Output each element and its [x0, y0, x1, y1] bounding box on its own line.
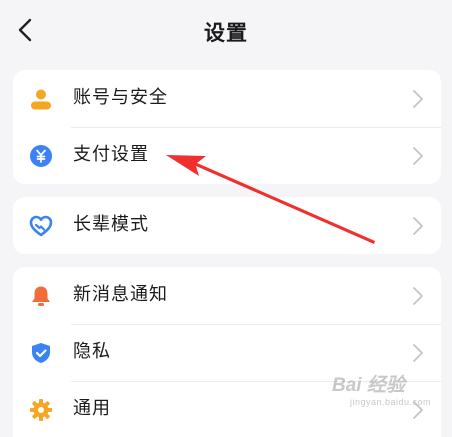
bell-icon — [29, 284, 53, 308]
shield-icon — [29, 341, 53, 365]
settings-item-label: 账号与安全 — [73, 87, 168, 108]
settings-item-label: 长辈模式 — [73, 214, 149, 235]
settings-item-label: 支付设置 — [73, 144, 149, 165]
watermark-url: jingyan.baidu.com — [350, 397, 432, 407]
settings-item-label: 新消息通知 — [73, 284, 168, 305]
chevron-right-icon — [411, 89, 425, 109]
gear-icon — [29, 398, 53, 422]
header-bar: 设置 — [0, 0, 452, 66]
settings-group-elder: 长辈模式 — [13, 197, 441, 254]
settings-group-account: 账号与安全 支付设置 — [13, 70, 441, 184]
settings-item-label: 通用 — [73, 398, 111, 419]
settings-item-notifications[interactable]: 新消息通知 — [13, 267, 441, 324]
settings-item-payment[interactable]: 支付设置 — [13, 127, 441, 184]
settings-item-label: 隐私 — [73, 341, 111, 362]
chevron-right-icon — [411, 216, 425, 236]
watermark: Bai 经验 jingyan.baidu.com — [332, 370, 444, 414]
settings-item-elder-mode[interactable]: 长辈模式 — [13, 197, 441, 254]
chevron-right-icon — [411, 286, 425, 306]
page-title: 设置 — [204, 21, 248, 45]
settings-item-account-security[interactable]: 账号与安全 — [13, 70, 441, 127]
user-icon — [29, 87, 53, 111]
chevron-right-icon — [411, 343, 425, 363]
yuan-icon — [29, 144, 53, 168]
watermark-logo: Bai 经验 — [332, 375, 405, 396]
chevron-right-icon — [411, 146, 425, 166]
heart-icon — [29, 214, 53, 238]
